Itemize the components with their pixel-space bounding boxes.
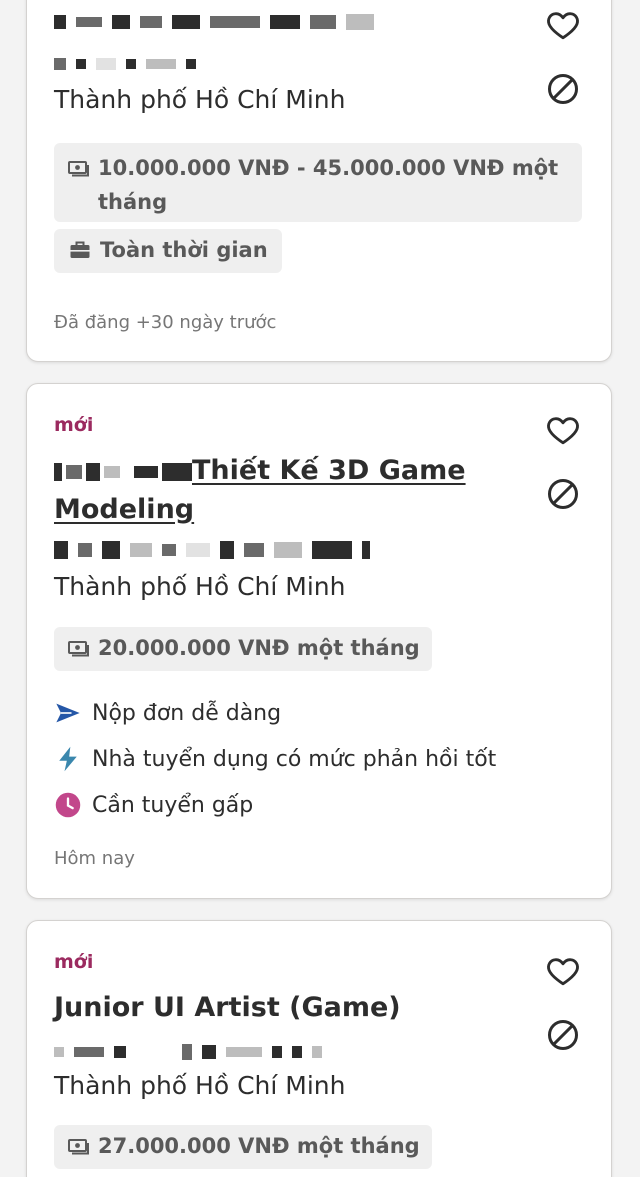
feature-responsive-employer: Nhà tuyển dụng có mức phản hồi tốt [54, 745, 496, 773]
salary-text: 10.000.000 VNĐ - 45.000.000 VNĐ một thán… [98, 156, 559, 214]
feature-urgent-hiring: Cần tuyển gấp [54, 791, 253, 819]
job-title-link[interactable]: Junior UI Artist (Game) [54, 988, 524, 1027]
block-icon [548, 74, 578, 104]
block-icon [548, 1020, 578, 1050]
redacted-company [54, 1039, 326, 1065]
salary-chip: 20.000.000 VNĐ một tháng [54, 627, 432, 671]
heart-icon [547, 958, 579, 986]
feature-label: Cần tuyển gấp [92, 792, 254, 818]
redacted-company [54, 537, 374, 563]
job-card[interactable]: mới Junior UI Artist (Game) Thành phố Hồ… [26, 920, 612, 1177]
job-location: Thành phố Hồ Chí Minh [54, 1071, 346, 1100]
job-type-text: Toàn thời gian [100, 238, 268, 262]
money-icon [68, 161, 89, 177]
feature-label: Nhà tuyển dụng có mức phản hồi tốt [92, 746, 497, 772]
block-icon [548, 479, 578, 509]
job-location: Thành phố Hồ Chí Minh [54, 85, 346, 114]
card-actions [543, 5, 583, 109]
posted-date: Hôm nay [54, 848, 135, 869]
job-feed: Thành phố Hồ Chí Minh 10.000.000 VNĐ - 4… [0, 0, 640, 1177]
save-job-button[interactable] [543, 5, 583, 45]
feature-label: Nộp đơn dễ dàng [92, 700, 282, 726]
feature-easy-apply: Nộp đơn dễ dàng [54, 699, 281, 727]
not-interested-button[interactable] [543, 69, 583, 109]
redacted-company [54, 51, 200, 77]
heart-icon [547, 417, 579, 445]
salary-text: 27.000.000 VNĐ một tháng [98, 1134, 420, 1158]
card-actions [543, 410, 583, 514]
save-job-button[interactable] [543, 410, 583, 450]
job-type-chip: Toàn thời gian [54, 229, 282, 273]
send-icon [56, 703, 80, 723]
posted-date: Đã đăng +30 ngày trước [54, 312, 277, 333]
salary-chip: 10.000.000 VNĐ - 45.000.000 VNĐ một thán… [54, 143, 582, 222]
job-location: Thành phố Hồ Chí Minh [54, 572, 346, 601]
save-job-button[interactable] [543, 951, 583, 991]
new-badge: mới [54, 414, 94, 436]
salary-text: 20.000.000 VNĐ một tháng [98, 636, 420, 660]
lightning-icon [59, 746, 77, 772]
clock-icon [55, 792, 81, 818]
money-icon [68, 1139, 89, 1155]
heart-icon [547, 12, 579, 40]
job-title-text: Junior UI Artist (Game) [54, 992, 401, 1023]
redacted-title [54, 9, 378, 35]
new-badge: mới [54, 951, 94, 973]
briefcase-icon [70, 241, 90, 258]
not-interested-button[interactable] [543, 1015, 583, 1055]
salary-chip: 27.000.000 VNĐ một tháng [54, 1125, 432, 1169]
card-actions [543, 951, 583, 1055]
job-card[interactable]: mới Thiết Kế 3D Game Modeling Thành phố … [26, 383, 612, 899]
money-icon [68, 641, 89, 657]
not-interested-button[interactable] [543, 474, 583, 514]
job-title-link[interactable]: Thiết Kế 3D Game Modeling [54, 451, 524, 529]
job-card[interactable]: Thành phố Hồ Chí Minh 10.000.000 VNĐ - 4… [26, 0, 612, 362]
